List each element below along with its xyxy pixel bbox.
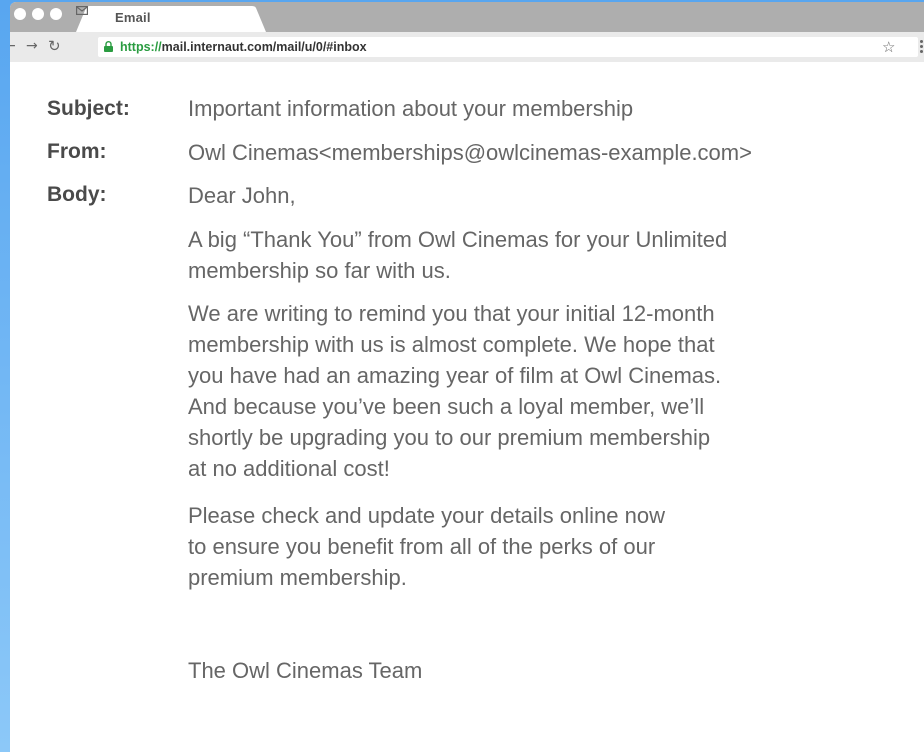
navigation-bar: ← → ↻ https://mail.internaut.com/mail/u/… [10, 32, 924, 63]
body-line: Please check and update your details onl… [188, 503, 665, 528]
email-paragraph-reminder: We are writing to remind you that your i… [188, 298, 721, 484]
star-icon[interactable]: ☆ [882, 38, 895, 56]
envelope-icon [76, 6, 88, 15]
url-path: mail.internaut.com/mail/u/0/#inbox [161, 40, 367, 54]
body-line: to ensure you benefit from all of the pe… [188, 534, 656, 559]
lock-icon [104, 41, 113, 52]
body-line: membership so far with us. [188, 258, 451, 283]
body-line: And because you’ve been such a loyal mem… [188, 394, 705, 419]
back-arrow-icon[interactable]: ← [10, 38, 16, 54]
window-maximize-icon[interactable] [50, 8, 62, 20]
forward-arrow-icon[interactable]: → [26, 38, 38, 54]
tab-strip: Email [10, 2, 924, 32]
body-line: you have had an amazing year of film at … [188, 363, 722, 388]
reload-icon[interactable]: ↻ [48, 38, 61, 54]
email-view: Subject: Important information about you… [10, 62, 924, 752]
email-paragraph-thank-you: A big “Thank You” from Owl Cinemas for y… [188, 224, 727, 286]
email-sender: Owl Cinemas<memberships@owlcinemas-examp… [188, 140, 752, 165]
body-line: at no additional cost! [188, 456, 390, 481]
body-line: shortly be upgrading you to our premium … [188, 425, 711, 450]
body-line: premium membership. [188, 565, 407, 590]
email-subject: Important information about your members… [188, 96, 634, 121]
window-close-icon[interactable] [14, 8, 26, 20]
address-bar[interactable]: https://mail.internaut.com/mail/u/0/#inb… [98, 37, 918, 57]
email-paragraph-call-to-action: Please check and update your details onl… [188, 500, 665, 593]
body-label: Body: [47, 183, 107, 206]
url-scheme: https:// [120, 40, 162, 54]
url-text[interactable]: https://mail.internaut.com/mail/u/0/#inb… [120, 40, 367, 54]
body-line: A big “Thank You” from Owl Cinemas for y… [188, 227, 728, 252]
body-line: membership with us is almost complete. W… [188, 332, 715, 357]
menu-dots-icon[interactable] [920, 40, 923, 55]
tab-title: Email [115, 10, 151, 25]
browser-window: Email ← → ↻ https://mail.internaut.com/m… [10, 2, 924, 752]
tab-shape [76, 6, 266, 32]
from-label: From: [47, 140, 107, 163]
tab-email[interactable]: Email [76, 6, 266, 32]
email-signature: The Owl Cinemas Team [188, 658, 423, 683]
body-line: We are writing to remind you that your i… [188, 301, 715, 326]
subject-label: Subject: [47, 97, 130, 120]
window-minimize-icon[interactable] [32, 8, 44, 20]
email-greeting: Dear John, [188, 183, 296, 208]
